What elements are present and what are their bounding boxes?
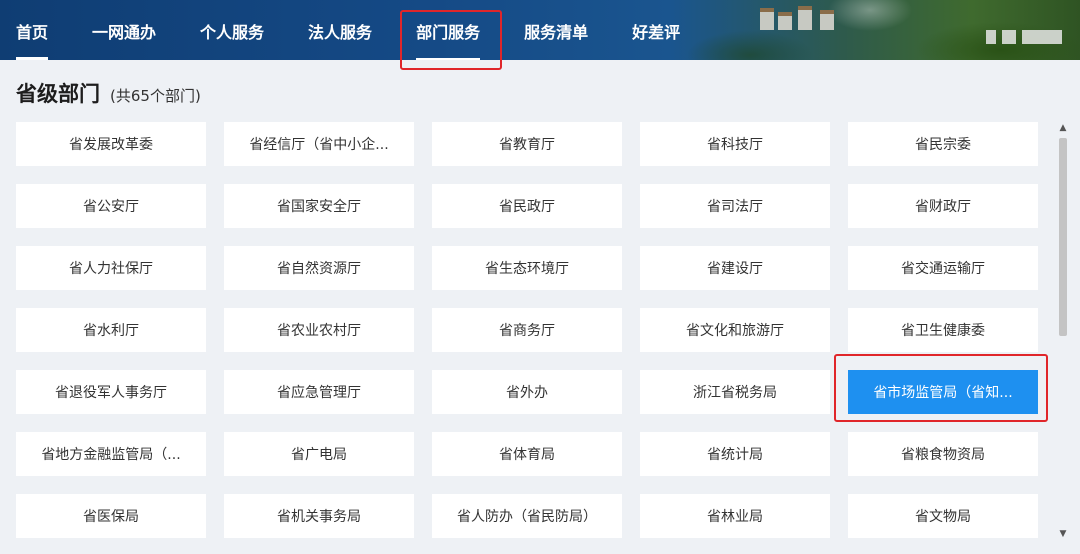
department-label: 省农业农村厅 <box>277 323 361 339</box>
department-label: 省建设厅 <box>707 261 763 277</box>
top-navigation-bar: 首页 一网通办 个人服务 法人服务 部门服务 服务清单 好差评 <box>0 0 1080 60</box>
avatar-blur-block <box>1022 30 1062 44</box>
department-button[interactable]: 省发展改革委 <box>16 122 206 166</box>
department-button[interactable]: 省地方金融监管局（... <box>16 432 206 476</box>
department-button[interactable]: 省民政厅 <box>432 184 622 228</box>
avatar-blur-block <box>986 30 996 44</box>
department-button[interactable]: 省广电局 <box>224 432 414 476</box>
department-button[interactable]: 省公安厅 <box>16 184 206 228</box>
department-button[interactable]: 省林业局 <box>640 494 830 538</box>
department-count: (共65个部门) <box>110 87 201 105</box>
department-label: 省退役军人事务厅 <box>55 385 167 401</box>
department-grid: 省发展改革委 省经信厅（省中小企... 省教育厅 省科技厅 省民宗委省公安厅 省国家安全厅… <box>16 122 1038 554</box>
department-label: 省外办 <box>506 385 548 401</box>
scenery-building <box>778 12 792 30</box>
department-label: 浙江省税务局 <box>693 385 777 401</box>
department-button[interactable]: 省国家安全厅 <box>224 184 414 228</box>
department-button[interactable]: 省科技厅 <box>640 122 830 166</box>
department-label: 省医保局 <box>83 509 139 525</box>
department-button[interactable]: 省交通运输厅 <box>848 246 1038 290</box>
department-label: 省地方金融监管局（... <box>41 447 181 463</box>
department-button[interactable]: 省商务厅 <box>432 308 622 352</box>
department-label: 省发展改革委 <box>69 137 153 153</box>
department-label: 省科技厅 <box>707 137 763 153</box>
department-button[interactable]: 省外办 <box>432 370 622 414</box>
nav-item[interactable]: 首页 <box>16 0 49 60</box>
nav-item[interactable]: 个人服务 <box>200 0 264 60</box>
department-label: 省国家安全厅 <box>277 199 361 215</box>
department-label: 省经信厅（省中小企... <box>249 137 389 153</box>
department-label: 省文化和旅游厅 <box>686 323 784 339</box>
department-button[interactable]: 省医保局 <box>16 494 206 538</box>
scroll-up-icon[interactable]: ▲ <box>1056 122 1070 134</box>
department-label: 省应急管理厅 <box>277 385 361 401</box>
department-label: 省人力社保厅 <box>69 261 153 277</box>
department-button[interactable]: 省司法厅 <box>640 184 830 228</box>
department-button[interactable]: 省体育局 <box>432 432 622 476</box>
section-header: 省级部门 (共65个部门) <box>16 78 201 108</box>
department-button[interactable]: 省应急管理厅 <box>224 370 414 414</box>
nav-item[interactable]: 法人服务 <box>308 0 372 60</box>
nav-item[interactable]: 部门服务 <box>416 0 481 60</box>
department-label: 省广电局 <box>291 447 347 463</box>
scenery-building <box>798 6 812 30</box>
nav-item[interactable]: 一网通办 <box>92 0 156 60</box>
department-label: 省文物局 <box>915 509 971 525</box>
department-label: 省自然资源厅 <box>277 261 361 277</box>
department-button[interactable]: 省市场监管局（省知... <box>848 370 1038 414</box>
department-button[interactable]: 省民宗委 <box>848 122 1038 166</box>
nav-item[interactable]: 服务清单 <box>524 0 588 60</box>
avatar-blur-block <box>1002 30 1016 44</box>
department-button[interactable]: 省人力社保厅 <box>16 246 206 290</box>
section-title: 省级部门 <box>16 82 100 106</box>
department-button[interactable]: 省文化和旅游厅 <box>640 308 830 352</box>
department-label: 省财政厅 <box>915 199 971 215</box>
department-label: 省机关事务局 <box>277 509 361 525</box>
department-label: 省民宗委 <box>915 137 971 153</box>
department-button[interactable]: 省文物局 <box>848 494 1038 538</box>
department-button[interactable]: 省统计局 <box>640 432 830 476</box>
department-label: 省林业局 <box>707 509 763 525</box>
department-label: 省教育厅 <box>499 137 555 153</box>
main-nav: 首页 一网通办 个人服务 法人服务 部门服务 服务清单 好差评 <box>0 0 724 60</box>
department-label: 省市场监管局（省知... <box>873 385 1013 401</box>
scenery-building <box>760 8 774 30</box>
department-button[interactable]: 省水利厅 <box>16 308 206 352</box>
department-label: 省司法厅 <box>707 199 763 215</box>
department-label: 省人防办（省民防局） <box>457 509 597 525</box>
scrollbar-thumb[interactable] <box>1059 138 1067 336</box>
department-label: 省体育局 <box>499 447 555 463</box>
nav-item[interactable]: 好差评 <box>632 0 680 60</box>
department-button[interactable]: 省经信厅（省中小企... <box>224 122 414 166</box>
scrollbar[interactable]: ▲ ▼ <box>1056 122 1070 540</box>
department-button[interactable]: 浙江省税务局 <box>640 370 830 414</box>
department-label: 省粮食物资局 <box>901 447 985 463</box>
department-button[interactable]: 省生态环境厅 <box>432 246 622 290</box>
department-button[interactable]: 省财政厅 <box>848 184 1038 228</box>
department-button[interactable]: 省建设厅 <box>640 246 830 290</box>
department-label: 省公安厅 <box>83 199 139 215</box>
page: 首页 一网通办 个人服务 法人服务 部门服务 服务清单 好差评 省级部门 (共65个部门) … <box>0 0 1080 554</box>
department-button[interactable]: 省退役军人事务厅 <box>16 370 206 414</box>
scenery-building <box>820 10 834 30</box>
department-button[interactable]: 省农业农村厅 <box>224 308 414 352</box>
department-button[interactable]: 省人防办（省民防局） <box>432 494 622 538</box>
department-button[interactable]: 省粮食物资局 <box>848 432 1038 476</box>
department-label: 省生态环境厅 <box>485 261 569 277</box>
department-label: 省水利厅 <box>83 323 139 339</box>
scroll-down-icon[interactable]: ▼ <box>1056 528 1070 540</box>
department-label: 省民政厅 <box>499 199 555 215</box>
department-label: 省交通运输厅 <box>901 261 985 277</box>
department-button[interactable]: 省教育厅 <box>432 122 622 166</box>
department-label: 省统计局 <box>707 447 763 463</box>
department-label: 省商务厅 <box>499 323 555 339</box>
department-button[interactable]: 省自然资源厅 <box>224 246 414 290</box>
department-button[interactable]: 省机关事务局 <box>224 494 414 538</box>
department-label: 省卫生健康委 <box>901 323 985 339</box>
department-button[interactable]: 省卫生健康委 <box>848 308 1038 352</box>
user-avatar-blurred[interactable] <box>986 26 1064 48</box>
